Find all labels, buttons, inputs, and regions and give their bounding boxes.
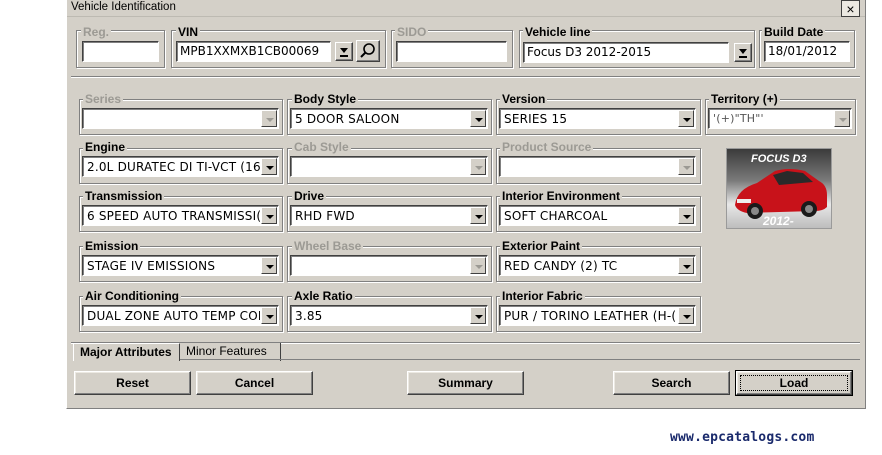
drive-select[interactable]: RHD FWD bbox=[290, 205, 488, 226]
down-arrow-icon bbox=[739, 49, 747, 58]
series-select[interactable] bbox=[82, 108, 279, 129]
vehicle-image: FOCUS D3 2012- bbox=[726, 148, 832, 229]
drive-label: Drive bbox=[292, 189, 327, 203]
chevron-down-icon[interactable] bbox=[470, 307, 486, 324]
body-style-select[interactable]: 5 DOOR SALOON bbox=[290, 108, 488, 129]
product-source-select[interactable] bbox=[499, 156, 696, 177]
cab-style-select[interactable] bbox=[290, 156, 488, 177]
chevron-down-icon[interactable] bbox=[470, 158, 486, 175]
build-date-input[interactable]: 18/01/2012 bbox=[764, 41, 850, 62]
chevron-down-icon[interactable] bbox=[261, 307, 277, 324]
down-arrow-icon bbox=[340, 48, 348, 57]
reset-button[interactable]: Reset bbox=[74, 371, 191, 395]
series-label: Series bbox=[83, 92, 124, 106]
transmission-value: 6 SPEED AUTO TRANSMISSI( bbox=[87, 209, 260, 223]
air-conditioning-label: Air Conditioning bbox=[83, 289, 181, 303]
reg-input[interactable] bbox=[82, 41, 159, 62]
summary-button[interactable]: Summary bbox=[407, 371, 524, 395]
sido-input[interactable] bbox=[396, 41, 507, 62]
chevron-down-icon[interactable] bbox=[678, 110, 694, 127]
emission-label: Emission bbox=[83, 239, 141, 253]
reg-label: Reg. bbox=[81, 25, 112, 39]
axle-ratio-select[interactable]: 3.85 bbox=[290, 305, 488, 326]
interior-fabric-select[interactable]: PUR / TORINO LEATHER (H-( bbox=[499, 305, 696, 326]
transmission-label: Transmission bbox=[83, 189, 165, 203]
territory-value: '(+)"TH"' bbox=[713, 112, 764, 125]
car-image-year: 2012- bbox=[763, 214, 794, 228]
interior-fabric-value: PUR / TORINO LEATHER (H-( bbox=[504, 309, 677, 323]
title-bar bbox=[67, 0, 865, 17]
air-conditioning-select[interactable]: DUAL ZONE AUTO TEMP CON bbox=[82, 305, 279, 326]
sido-label: SIDO bbox=[395, 25, 429, 39]
chevron-down-icon[interactable] bbox=[678, 307, 694, 324]
emission-select[interactable]: STAGE IV EMISSIONS bbox=[82, 255, 279, 276]
window-title: Vehicle Identification bbox=[71, 1, 176, 13]
exterior-paint-value: RED CANDY (2) TC bbox=[504, 259, 618, 273]
vin-input[interactable]: MPB1XXMXB1CB00069 bbox=[176, 41, 331, 62]
air-conditioning-value: DUAL ZONE AUTO TEMP CON bbox=[87, 309, 260, 323]
close-button[interactable]: × bbox=[841, 0, 860, 17]
vehicle-line-dropdown-button[interactable] bbox=[734, 43, 752, 62]
watermark: www.epcatalogs.com bbox=[670, 430, 815, 445]
engine-label: Engine bbox=[83, 140, 128, 154]
magnifier-icon bbox=[360, 43, 375, 58]
chevron-down-icon[interactable] bbox=[470, 207, 486, 224]
interior-environment-select[interactable]: SOFT CHARCOAL bbox=[499, 205, 696, 226]
vin-dropdown-button[interactable] bbox=[335, 42, 353, 61]
chevron-down-icon[interactable] bbox=[261, 257, 277, 274]
version-value: SERIES 15 bbox=[504, 112, 568, 126]
axle-ratio-label: Axle Ratio bbox=[292, 289, 355, 303]
chevron-down-icon[interactable] bbox=[261, 158, 277, 175]
chevron-down-icon[interactable] bbox=[261, 207, 277, 224]
tab-major-attributes[interactable]: Major Attributes bbox=[73, 343, 180, 361]
top-separator bbox=[71, 76, 860, 78]
chevron-down-icon[interactable] bbox=[470, 110, 486, 127]
version-select[interactable]: SERIES 15 bbox=[499, 108, 696, 129]
axle-ratio-value: 3.85 bbox=[295, 309, 323, 323]
tab-baseline bbox=[180, 359, 860, 360]
build-date-label: Build Date bbox=[762, 25, 826, 39]
chevron-down-icon[interactable] bbox=[261, 110, 277, 127]
transmission-select[interactable]: 6 SPEED AUTO TRANSMISSI( bbox=[82, 205, 279, 226]
interior-environment-value: SOFT CHARCOAL bbox=[504, 209, 608, 223]
product-source-label: Product Source bbox=[500, 140, 594, 154]
chevron-down-icon[interactable] bbox=[834, 110, 850, 127]
emission-value: STAGE IV EMISSIONS bbox=[87, 259, 216, 273]
territory-select[interactable]: '(+)"TH"' bbox=[708, 108, 852, 129]
interior-environment-label: Interior Environment bbox=[500, 189, 623, 203]
body-style-value: 5 DOOR SALOON bbox=[295, 112, 400, 126]
cancel-button[interactable]: Cancel bbox=[196, 371, 313, 395]
search-button[interactable]: Search bbox=[613, 371, 730, 395]
vin-search-button[interactable] bbox=[356, 40, 380, 62]
chevron-down-icon[interactable] bbox=[678, 257, 694, 274]
territory-label: Territory (+) bbox=[709, 92, 780, 106]
wheel-base-select[interactable] bbox=[290, 255, 488, 276]
interior-fabric-label: Interior Fabric bbox=[500, 289, 585, 303]
load-button[interactable]: Load bbox=[735, 370, 853, 396]
vehicle-line-input[interactable]: Focus D3 2012-2015 bbox=[523, 42, 729, 63]
engine-value: 2.0L DURATEC DI TI-VCT (16( bbox=[87, 160, 260, 174]
chevron-down-icon[interactable] bbox=[678, 207, 694, 224]
cab-style-label: Cab Style bbox=[292, 140, 351, 154]
wheel-base-label: Wheel Base bbox=[292, 239, 364, 253]
body-style-label: Body Style bbox=[292, 92, 359, 106]
focus-rect bbox=[740, 375, 848, 391]
chevron-down-icon[interactable] bbox=[678, 158, 694, 175]
exterior-paint-label: Exterior Paint bbox=[500, 239, 583, 253]
vin-label: VIN bbox=[176, 25, 201, 39]
close-icon: × bbox=[846, 0, 855, 17]
version-label: Version bbox=[500, 92, 548, 106]
engine-select[interactable]: 2.0L DURATEC DI TI-VCT (16( bbox=[82, 156, 279, 177]
exterior-paint-select[interactable]: RED CANDY (2) TC bbox=[499, 255, 696, 276]
car-image-title: FOCUS D3 bbox=[751, 153, 807, 165]
drive-value: RHD FWD bbox=[295, 209, 355, 223]
chevron-down-icon[interactable] bbox=[470, 257, 486, 274]
vehicle-line-label: Vehicle line bbox=[523, 25, 593, 39]
